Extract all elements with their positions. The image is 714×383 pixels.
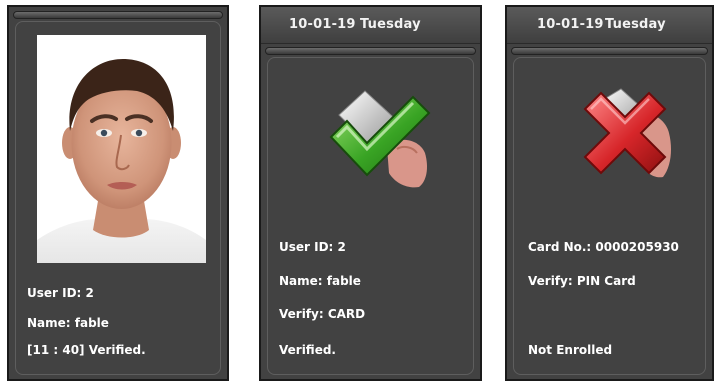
red-x-icon xyxy=(583,88,671,178)
screen-top-rail xyxy=(511,47,708,55)
screen-top-rail xyxy=(13,11,223,19)
screen-top-rail xyxy=(265,47,476,55)
verification-status-text: Not Enrolled xyxy=(528,343,613,357)
date-header: 10-01-19 Tuesday xyxy=(507,7,712,44)
user-name-text: Name: fable xyxy=(279,274,361,288)
verification-screen-not-enrolled: 10-01-19 Tuesday Card No.: 0000205930 Ve… xyxy=(505,5,714,381)
verify-mode-text: Verify: PIN Card xyxy=(528,274,636,288)
face-portrait-icon xyxy=(37,35,206,263)
verification-status-text: [11 : 40] Verified. xyxy=(27,343,146,357)
user-id-text: User ID: 2 xyxy=(279,240,346,254)
verification-screen-photo: User ID: 2 Name: fable [11 : 40] Verifie… xyxy=(7,5,229,381)
verification-status-text: Verified. xyxy=(279,343,336,357)
user-photo xyxy=(37,35,206,263)
date-header: 10-01-19 Tuesday xyxy=(261,7,480,44)
verify-mode-text: Verify: CARD xyxy=(279,307,366,321)
card-number-text: Card No.: 0000205930 xyxy=(528,240,679,254)
verification-screen-card: 10-01-19 Tuesday User ID: 2 Name: fable … xyxy=(259,5,482,381)
user-id-text: User ID: 2 xyxy=(27,286,94,300)
green-check-icon xyxy=(329,90,431,188)
weekday-text: Tuesday xyxy=(605,17,666,32)
user-name-text: Name: fable xyxy=(27,316,109,330)
date-text: 10-01-19 xyxy=(537,17,604,32)
weekday-text: Tuesday xyxy=(360,17,421,32)
date-text: 10-01-19 xyxy=(289,17,356,32)
